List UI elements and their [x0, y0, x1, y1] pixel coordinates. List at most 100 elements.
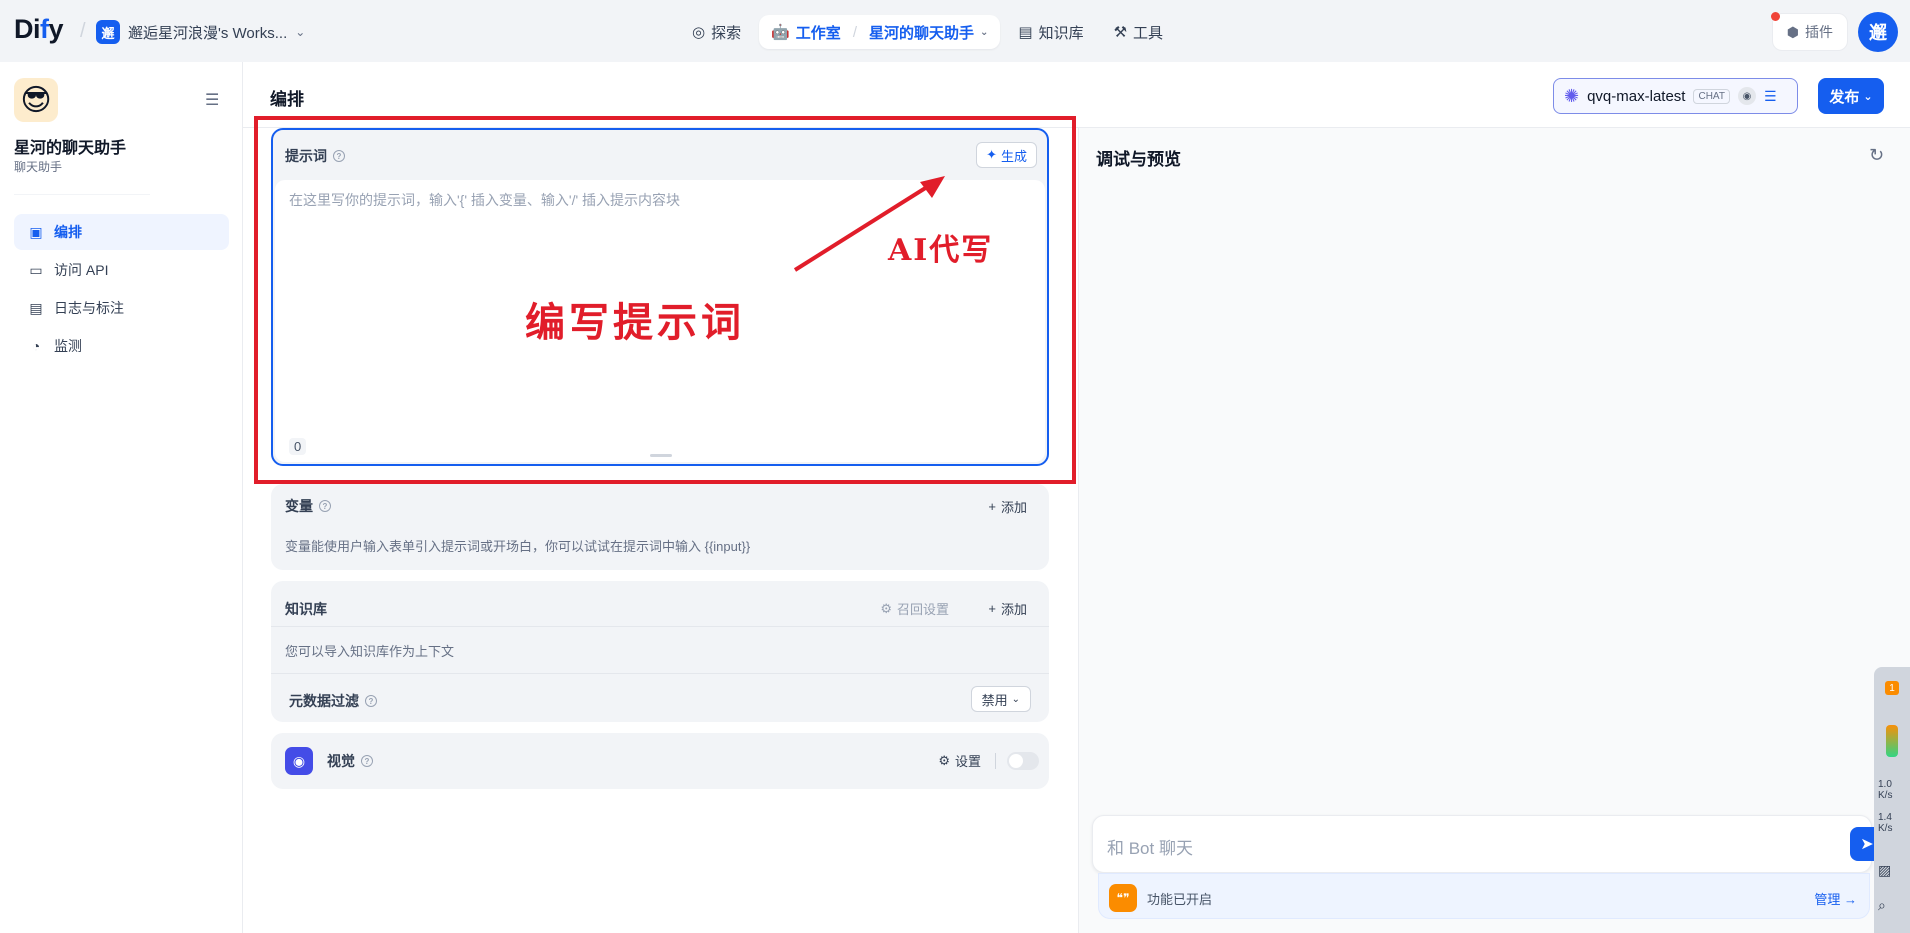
nav-studio-label: 工作室	[795, 24, 841, 42]
compass-icon: ◎	[692, 24, 706, 41]
divider	[271, 626, 1049, 627]
help-icon[interactable]: ?	[319, 500, 331, 512]
notification-dot	[1770, 12, 1780, 21]
sidebar-item-logs[interactable]: ▤ 日志与标注	[14, 290, 229, 326]
document-icon: ▤	[29, 299, 43, 316]
sidebar-item-api[interactable]: ▭ 访问 API	[14, 252, 229, 288]
network-monitor-widget[interactable]: 1 1.0 K/s 1.4 K/s ▨ ⌕	[1874, 667, 1910, 933]
dify-logo[interactable]: Dify	[14, 14, 64, 45]
search-icon[interactable]: ⌕	[1878, 897, 1886, 914]
sidebar-item-label: 访问 API	[54, 262, 109, 278]
sliders-icon: ⚙	[880, 600, 892, 616]
model-selector[interactable]: ✺ qvq-max-latest CHAT ◉ ☰	[1553, 78, 1798, 114]
app-title: 星河的聊天助手	[14, 140, 127, 157]
sidebar-menu: ▣ 编排 ▭ 访问 API ▤ 日志与标注 ◔ 监测	[14, 214, 229, 366]
model-name: qvq-max-latest	[1587, 87, 1686, 105]
nav-tools-label: 工具	[1133, 24, 1164, 42]
sidebar-item-monitor[interactable]: ◔ 监测	[14, 328, 229, 364]
divider	[271, 673, 1049, 674]
workspace-name: 邂逅星河浪漫's Works...	[128, 24, 288, 42]
vision-header: 视觉 ?	[327, 751, 373, 771]
chevron-down-icon: ⌄	[980, 26, 989, 38]
chevron-down-icon: ⌄	[295, 25, 306, 39]
sidebar-item-label: 监测	[54, 338, 82, 354]
metadata-filter-select[interactable]: 禁用 ⌄	[970, 686, 1031, 712]
add-label: 添加	[1000, 500, 1027, 515]
nav-knowledge-label: 知识库	[1038, 24, 1084, 42]
annotation-main-text: 编写提示词	[525, 299, 745, 346]
gear-icon: ⚙	[938, 752, 950, 768]
image-icon[interactable]: ▨	[1878, 862, 1891, 879]
chevron-down-icon: ⌄	[1863, 90, 1873, 103]
features-icon: ❝❞	[1109, 884, 1137, 912]
plugin-label: 插件	[1805, 24, 1833, 40]
widget-level-bar	[1886, 725, 1898, 757]
breadcrumb-separator: /	[80, 20, 86, 42]
variables-description: 变量能使用户输入表单引入提示词或开场白，你可以试试在提示词中输入 {{input…	[285, 539, 751, 554]
eye-icon: ◉	[1737, 87, 1756, 105]
nav-tools[interactable]: ⚒ 工具	[1102, 15, 1175, 49]
publish-button[interactable]: 发布 ⌄	[1818, 78, 1884, 114]
sidebar-toggle-icon[interactable]: ☰	[205, 90, 219, 110]
cube-icon: ⬢	[1786, 23, 1799, 40]
model-logo-icon: ✺	[1564, 85, 1580, 106]
nav-studio[interactable]: 🤖 工作室 / 星河的聊天助手 ⌄	[759, 15, 1001, 49]
vision-toggle[interactable]	[1007, 752, 1039, 770]
layout-icon: ▣	[29, 223, 43, 240]
sidebar-item-orchestrate[interactable]: ▣ 编排	[14, 214, 229, 250]
settings-label: 设置	[954, 754, 981, 769]
nav-explore-label: 探索	[711, 24, 742, 42]
chat-placeholder: 和 Bot 聊天	[1107, 839, 1193, 858]
nav-studio-app-label[interactable]: 星河的聊天助手	[869, 22, 974, 43]
help-icon[interactable]: ?	[361, 755, 373, 767]
workspace-avatar: 邂	[96, 20, 120, 44]
add-variable-button[interactable]: + 添加	[988, 497, 1027, 516]
vision-settings-button[interactable]: ⚙ 设置	[938, 751, 981, 770]
top-bar: Dify / 邂 邂逅星河浪漫's Works... ⌄ ◎ 探索 🤖 工作室 …	[0, 0, 1910, 62]
nav-explore[interactable]: ◎ 探索	[680, 15, 753, 49]
manage-features-link[interactable]: 管理 →	[1814, 889, 1857, 908]
workspace-switcher[interactable]: 邂 邂逅星河浪漫's Works... ⌄	[96, 20, 305, 44]
download-speed: 1.4 K/s	[1878, 812, 1893, 834]
sliders-icon[interactable]: ☰	[1764, 88, 1777, 105]
add-knowledge-button[interactable]: + 添加	[988, 599, 1027, 618]
variables-header: 变量 ?	[285, 496, 331, 516]
features-text: 功能已开启	[1147, 892, 1213, 907]
plugin-button[interactable]: ⬢ 插件	[1770, 12, 1848, 51]
user-avatar[interactable]: 邂	[1858, 12, 1898, 52]
sidebar-item-label: 编排	[54, 224, 82, 240]
terminal-icon: ▭	[29, 261, 43, 278]
annotation-arrow	[793, 176, 945, 272]
features-bar: ❝❞ 功能已开启 管理 →	[1098, 873, 1870, 919]
knowledge-title: 知识库	[285, 601, 327, 617]
vision-card: ◉ 视觉 ? ⚙ 设置	[271, 733, 1049, 789]
recall-label: 召回设置	[896, 602, 949, 617]
robot-icon: 🤖	[771, 24, 790, 41]
hammer-icon: ⚒	[1113, 24, 1128, 41]
book-icon: ▤	[1018, 24, 1033, 41]
nav-knowledge[interactable]: ▤ 知识库	[1006, 15, 1095, 49]
debug-title: 调试与预览	[1096, 150, 1181, 169]
plus-icon: +	[988, 601, 996, 616]
vision-title: 视觉	[327, 753, 355, 769]
metadata-filter-header: 元数据过滤 ?	[289, 691, 377, 711]
upload-speed: 1.0 K/s	[1878, 779, 1893, 801]
variables-card: 变量 ? + 添加 变量能使用户输入表单引入提示词或开场白，你可以试试在提示词中…	[271, 484, 1049, 570]
add-label: 添加	[1000, 602, 1027, 617]
plus-icon: +	[988, 499, 996, 514]
refresh-icon[interactable]: ↻	[1869, 145, 1884, 166]
gauge-icon: ◔	[31, 338, 41, 354]
chat-input[interactable]: 和 Bot 聊天	[1092, 815, 1872, 873]
knowledge-description: 您可以导入知识库作为上下文	[285, 644, 455, 659]
publish-label: 发布	[1829, 88, 1860, 106]
eye-icon: ◉	[285, 747, 313, 775]
top-right-actions: ⬢ 插件 邂	[1770, 12, 1898, 52]
recall-settings-button[interactable]: ⚙ 召回设置	[880, 599, 949, 618]
widget-badge: 1	[1885, 681, 1899, 695]
divider	[995, 753, 996, 769]
nav-separator: /	[852, 23, 857, 41]
knowledge-card: 知识库 ⚙ 召回设置 + 添加 您可以导入知识库作为上下文 元数据过滤 ? 禁用…	[271, 581, 1049, 722]
send-icon: ➤	[1860, 836, 1874, 853]
app-icon: 😎	[14, 78, 58, 122]
help-icon[interactable]: ?	[365, 695, 377, 707]
